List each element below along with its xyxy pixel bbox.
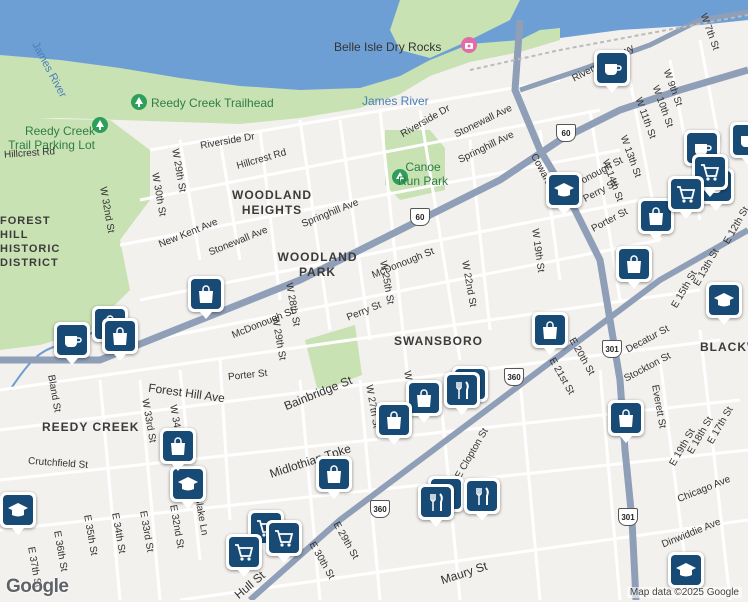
shopping-pin[interactable] xyxy=(616,246,652,289)
tree-icon[interactable] xyxy=(131,94,147,110)
route-360-shield: 360 xyxy=(370,500,390,518)
fork-knife-icon xyxy=(430,493,443,511)
label-woodland-heights: WOODLAND HEIGHTS xyxy=(232,188,312,217)
shopping-bag-icon xyxy=(649,207,663,225)
shopping-bag-icon xyxy=(417,389,431,407)
shopping-bag-icon xyxy=(113,327,127,345)
cafe-pin[interactable] xyxy=(730,122,748,165)
shopping-bag-icon xyxy=(327,465,341,483)
route-360-shield: 360 xyxy=(504,368,524,386)
poi-belle-isle[interactable]: Belle Isle Dry Rocks xyxy=(334,40,441,54)
label-woodland-park: WOODLAND PARK xyxy=(277,250,358,279)
shopping-cart-icon xyxy=(275,530,294,547)
shopping-bag-icon xyxy=(543,321,557,339)
shopping-pin[interactable] xyxy=(160,428,196,471)
graduation-cap-icon xyxy=(676,563,696,577)
grocery-pin[interactable] xyxy=(266,520,302,563)
graduation-cap-icon xyxy=(714,293,734,307)
shopping-bag-icon xyxy=(627,255,641,273)
school-pin[interactable] xyxy=(546,172,582,215)
grocery-pin[interactable] xyxy=(668,176,704,219)
graduation-cap-icon xyxy=(8,503,28,517)
shopping-pin[interactable] xyxy=(532,312,568,355)
shopping-bag-icon xyxy=(199,285,213,303)
shopping-cart-icon xyxy=(235,544,254,561)
coffee-cup-icon xyxy=(741,136,748,147)
cafe-pin[interactable] xyxy=(54,322,90,365)
coffee-cup-icon xyxy=(65,336,82,347)
label-swansboro: SWANSBORO xyxy=(394,334,484,348)
map-attribution[interactable]: Map data ©2025 Google xyxy=(626,587,742,598)
label-forest-hill-district: FOREST HILL HISTORIC DISTRICT xyxy=(0,215,61,269)
poi-canoe-run[interactable]: Canoe Run Park xyxy=(393,160,453,188)
cafe-pin[interactable] xyxy=(594,50,630,93)
school-pin[interactable] xyxy=(0,492,36,535)
school-pin[interactable] xyxy=(706,282,742,325)
route-60-shield: 60 xyxy=(556,124,576,142)
shopping-pin[interactable] xyxy=(376,402,412,445)
school-pin[interactable] xyxy=(170,466,206,509)
shopping-bag-icon xyxy=(619,409,633,427)
shopping-pin[interactable] xyxy=(316,456,352,499)
poi-reedy-trailhead[interactable]: Reedy Creek Trailhead xyxy=(151,96,274,110)
shopping-pin[interactable] xyxy=(188,276,224,319)
route-301-shield: 301 xyxy=(618,508,638,526)
google-logo[interactable]: Google xyxy=(6,576,69,598)
shopping-bag-icon xyxy=(171,437,185,455)
route-60-shield: 60 xyxy=(410,208,430,226)
graduation-cap-icon xyxy=(554,183,574,197)
fork-knife-icon xyxy=(476,487,489,505)
fork-knife-icon xyxy=(456,381,469,399)
shopping-pin[interactable] xyxy=(102,318,138,361)
restaurant-pin[interactable] xyxy=(444,372,480,415)
label-james-river-mid: James River xyxy=(362,94,429,108)
shopping-bag-icon xyxy=(387,411,401,429)
label-blackwell: BLACKW xyxy=(700,340,748,354)
route-301-shield: 301 xyxy=(602,340,622,358)
coffee-cup-icon xyxy=(605,64,622,75)
restaurant-pin[interactable] xyxy=(464,478,500,521)
restaurant-pin[interactable] xyxy=(418,484,454,527)
shopping-pin[interactable] xyxy=(608,400,644,443)
camera-icon[interactable] xyxy=(461,37,477,53)
grocery-pin[interactable] xyxy=(226,534,262,577)
label-reedy-creek: REEDY CREEK xyxy=(42,420,140,434)
graduation-cap-icon xyxy=(178,477,198,491)
shopping-cart-icon xyxy=(677,186,696,203)
school-pin[interactable] xyxy=(668,552,704,595)
